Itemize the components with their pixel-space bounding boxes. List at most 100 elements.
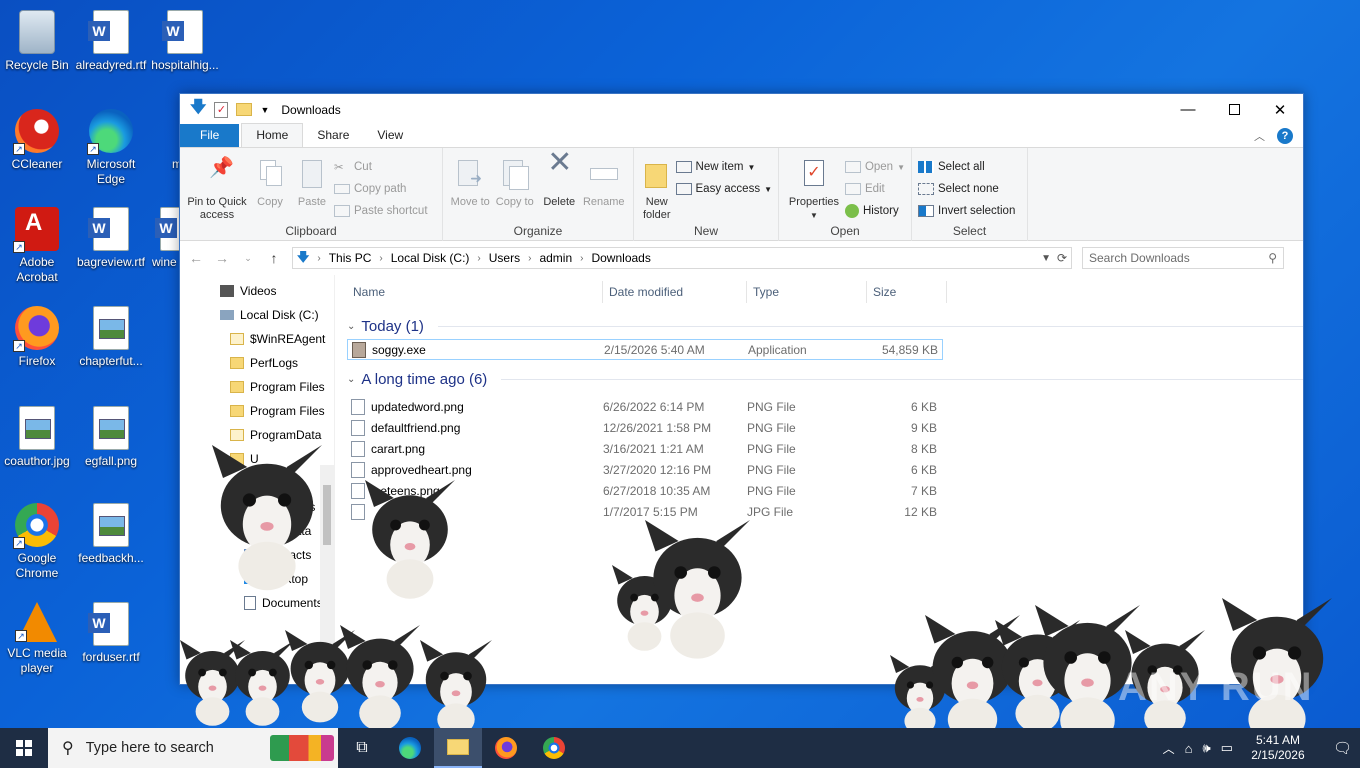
edit-button[interactable]: Edit [844, 180, 905, 198]
desktop-icon-feedbackh[interactable]: feedbackh... [74, 497, 148, 566]
customize-qat-icon[interactable]: ▼ [260, 105, 269, 115]
down-arrow-icon[interactable]: 🡇 [190, 96, 206, 123]
nav-item-perflogs[interactable]: PerfLogs [180, 351, 334, 375]
nav-scrollbar[interactable] [320, 465, 334, 685]
desktop-icon-alreadyred[interactable]: alreadyred.rtf [74, 4, 148, 73]
nav-item-contacts[interactable]: Contacts [180, 543, 334, 567]
collapse-ribbon-icon[interactable]: ︿ [1254, 128, 1265, 144]
desktop-icon-firefox[interactable]: ↗ Firefox [0, 300, 74, 369]
tab-file[interactable]: File [180, 124, 240, 147]
group-header-long-ago[interactable]: ⌄ A long time ago (6) [347, 366, 1303, 392]
nav-item-programdata[interactable]: ProgramData [180, 423, 334, 447]
group-header-today[interactable]: ⌄ Today (1) [347, 313, 1303, 339]
refresh-icon[interactable]: ⟳ [1057, 251, 1067, 265]
breadcrumb-local-disk[interactable]: Local Disk (C:) [391, 251, 470, 265]
tab-share[interactable]: Share [303, 124, 363, 147]
select-none-button[interactable]: Select none [918, 180, 1015, 198]
back-button[interactable]: ← [188, 250, 204, 266]
file-row[interactable]: updatedword.png 6/26/2022 6:14 PM PNG Fi… [347, 396, 1303, 417]
address-row: ← → ⌄ ↑ 🡇 › This PC › Local Disk (C:) › … [180, 241, 1303, 275]
nav-item-appdata[interactable]: Data [180, 519, 334, 543]
easy-access-button[interactable]: Easy access ▼ [675, 180, 772, 198]
network-icon[interactable]: ▭ [1221, 740, 1233, 756]
desktop-icon-edge[interactable]: ↗ Microsoft Edge [74, 103, 148, 187]
copy-path-button[interactable]: Copy path [334, 180, 428, 198]
select-all-button[interactable]: Select all [918, 158, 1015, 176]
paste-shortcut-button[interactable]: Paste shortcut [334, 202, 428, 220]
close-button[interactable]: ✕ [1257, 94, 1303, 125]
column-type[interactable]: Type [747, 281, 867, 303]
nav-item-desktop[interactable]: Desktop [180, 567, 334, 591]
address-bar[interactable]: 🡇 › This PC › Local Disk (C:) › Users › … [292, 247, 1072, 269]
desktop-icon-egfall[interactable]: egfall.png [74, 400, 148, 469]
nav-item-videos[interactable]: Videos [180, 279, 334, 303]
desktop-icon-chrome[interactable]: ↗ Google Chrome [0, 497, 74, 581]
file-row[interactable]: carart.png 3/16/2021 1:21 AM PNG File 8 … [347, 438, 1303, 459]
column-name[interactable]: Name [347, 281, 603, 303]
properties-check-icon[interactable]: ✓ [214, 101, 229, 118]
address-dropdown-icon[interactable]: ▼ [1041, 253, 1051, 264]
file-row-soggy-exe[interactable]: soggy.exe 2/15/2026 5:40 AM Application … [347, 339, 943, 360]
new-item-label: New item [695, 161, 744, 173]
nav-item-local-disk[interactable]: Local Disk (C:) [180, 303, 334, 327]
desktop-icon-coauthor[interactable]: coauthor.jpg [0, 400, 74, 469]
open-button[interactable]: Open ▼ [844, 158, 905, 176]
desktop-icon-hospitalhig[interactable]: hospitalhig... [148, 4, 222, 73]
invert-selection-button[interactable]: Invert selection [918, 202, 1015, 220]
history-button[interactable]: History [844, 202, 905, 220]
taskbar-file-explorer[interactable] [434, 728, 482, 768]
taskbar-edge[interactable] [386, 728, 434, 768]
start-button[interactable] [0, 728, 48, 768]
up-button[interactable]: ↑ [266, 250, 282, 266]
nav-item-users[interactable]: U [180, 447, 334, 471]
file-row[interactable]: leeteens.png 6/27/2018 10:35 AM PNG File… [347, 480, 1303, 501]
desktop-icon-forduser[interactable]: forduser.rtf [74, 596, 148, 665]
new-item-button[interactable]: New item ▼ [675, 158, 772, 176]
scrollbar-thumb[interactable] [323, 485, 331, 545]
desktop-icon-bagreview[interactable]: bagreview.rtf [74, 201, 148, 270]
recent-locations-button[interactable]: ⌄ [240, 253, 256, 264]
column-size[interactable]: Size [867, 281, 947, 303]
desktop-icon-wine[interactable]: wine [140, 201, 180, 270]
breadcrumb-this-pc[interactable]: This PC [329, 251, 372, 265]
file-row[interactable]: defaultfriend.png 12/26/2021 1:58 PM PNG… [347, 417, 1303, 438]
volume-icon[interactable]: 🕪 [1202, 740, 1210, 756]
search-box[interactable]: Search Downloads ⚲ [1082, 247, 1284, 269]
nav-item-3d-objects[interactable]: bjects [180, 495, 334, 519]
file-row[interactable]: jpg 1/7/2017 5:15 PM JPG File 12 KB [347, 501, 1303, 522]
breadcrumb-downloads[interactable]: Downloads [591, 251, 650, 265]
nav-item-partial-1[interactable]: d [180, 471, 334, 495]
task-view-button[interactable]: ⧉ [338, 728, 386, 768]
taskbar-search[interactable]: ⚲ Type here to search [48, 728, 338, 768]
tab-home[interactable]: Home [241, 123, 304, 147]
new-folder-icon[interactable] [236, 103, 253, 116]
desktop-icon-recycle-bin[interactable]: Recycle Bin [0, 4, 74, 73]
maximize-button[interactable] [1211, 94, 1257, 125]
notifications-icon[interactable]: 🗨 [1333, 739, 1352, 757]
clock[interactable]: 5:41 AM 2/15/2026 [1243, 733, 1313, 763]
nav-item-program-files[interactable]: Program Files [180, 375, 334, 399]
desktop-icon-label: alreadyred.rtf [75, 58, 147, 72]
desktop-icon-label: chapterfut... [79, 354, 143, 368]
forward-button[interactable]: → [214, 250, 230, 266]
taskbar-chrome[interactable] [530, 728, 578, 768]
nav-item-winreagent[interactable]: $WinREAgent [180, 327, 334, 351]
meet-now-icon[interactable]: ⌂ [1185, 741, 1193, 756]
cut-button[interactable]: ✂ Cut [334, 158, 428, 176]
nav-item-program-files-x86[interactable]: Program Files [180, 399, 334, 423]
nav-item-documents[interactable]: Documents [180, 591, 334, 615]
minimize-button[interactable]: — [1165, 94, 1211, 125]
breadcrumb-users[interactable]: Users [489, 251, 520, 265]
desktop-icon-acrobat[interactable]: A ↗ Adobe Acrobat [0, 201, 74, 285]
tab-view[interactable]: View [363, 124, 417, 147]
column-date-modified[interactable]: Date modified [603, 281, 747, 303]
desktop-icon-vlc[interactable]: ↗ VLC media player [0, 596, 74, 676]
show-hidden-icons-icon[interactable]: ︿ [1163, 740, 1175, 757]
taskbar-firefox[interactable] [482, 728, 530, 768]
file-size: 6 KB [910, 462, 937, 477]
desktop-icon-chapterfut[interactable]: chapterfut... [74, 300, 148, 369]
help-icon[interactable]: ? [1277, 128, 1293, 144]
file-row[interactable]: approvedheart.png 3/27/2020 12:16 PM PNG… [347, 459, 1303, 480]
breadcrumb-admin[interactable]: admin [539, 251, 572, 265]
desktop-icon-ccleaner[interactable]: ↗ CCleaner [0, 103, 74, 172]
